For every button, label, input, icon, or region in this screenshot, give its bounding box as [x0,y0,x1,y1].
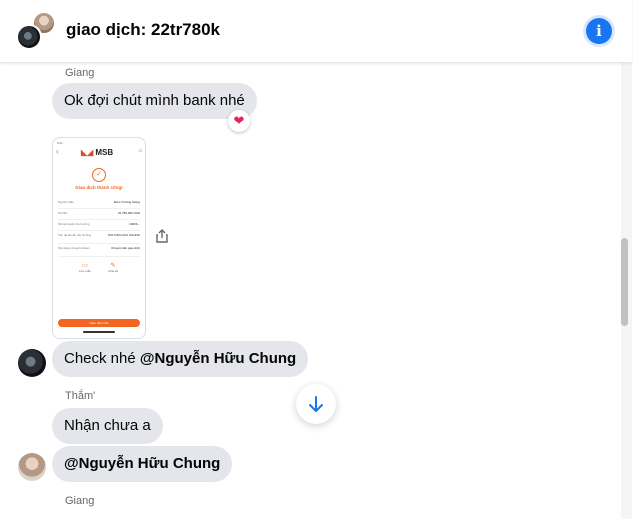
receipt-status-bar: 9:41 [57,141,63,145]
avatar[interactable] [18,349,46,377]
receipt-row: Người nhận Đàm Trường Giang [58,198,140,209]
group-avatar[interactable] [16,11,56,51]
scrollbar[interactable] [621,63,632,519]
share-action: ✎ Chia sẻ [103,262,123,273]
receipt-row: Số tài khoản thụ hưởng 19036... [58,220,140,231]
member-avatar-front [16,24,42,50]
arrow-down-icon [309,396,323,412]
receipt-row: Nội dung chuyển khoản Chuyển tiền giao dị… [58,244,140,257]
msb-logo: ◣◢ MSB [81,148,114,157]
sender-name: Giang [65,495,95,507]
scrollbar-thumb[interactable] [621,238,628,326]
save-template-action: ▭ Lưu mẫu [75,262,95,273]
receipt-row: Tên tài khoản thụ hưởng NGUYEN HUU CHUNG [58,231,140,244]
sender-name: Thắm' [65,390,96,402]
receipt-row: Số tiền 22,780,000 VND [58,209,140,220]
mention-link[interactable]: @Nguyễn Hữu Chung [140,350,296,367]
message-bubble[interactable]: Ok đợi chút mình bank nhé [52,83,257,119]
message-bubble[interactable]: Nhận chưa a [52,408,163,444]
receipt-home-icon: ⌂ [138,148,142,154]
new-transaction-button: Giao dịch mới [58,319,140,327]
scroll-to-bottom-button[interactable] [296,384,336,424]
share-action-icon: ✎ [110,263,116,269]
success-check-icon: ✓ [92,168,106,182]
avatar[interactable] [18,453,46,481]
home-indicator [83,331,115,333]
receipt-image[interactable]: 9:41 ‹ ⌂ ◣◢ MSB ✓ Giao dịch thành công! N… [52,137,146,339]
sender-name: Giang [65,67,95,79]
message-bubble[interactable]: @Nguyễn Hữu Chung [52,446,233,482]
save-template-icon: ▭ [82,263,88,269]
receipt-back-icon: ‹ [56,147,59,156]
conversation-title[interactable]: giao dịch: 22tr780k [66,20,220,40]
info-icon[interactable]: i [586,18,612,44]
chat-header: giao dịch: 22tr780k i [0,0,632,63]
mention-link[interactable]: @Nguyễn Hữu Chung [64,455,220,472]
message-bubble[interactable]: Check nhé @Nguyễn Hữu Chung [52,341,309,377]
message-list[interactable]: Giang Ok đợi chút mình bank nhé ❤ 9:41 ‹… [0,63,620,519]
heart-reaction-icon[interactable]: ❤ [228,110,250,132]
receipt-success-text: Giao dịch thành công! [75,185,123,190]
share-icon[interactable] [154,228,170,244]
